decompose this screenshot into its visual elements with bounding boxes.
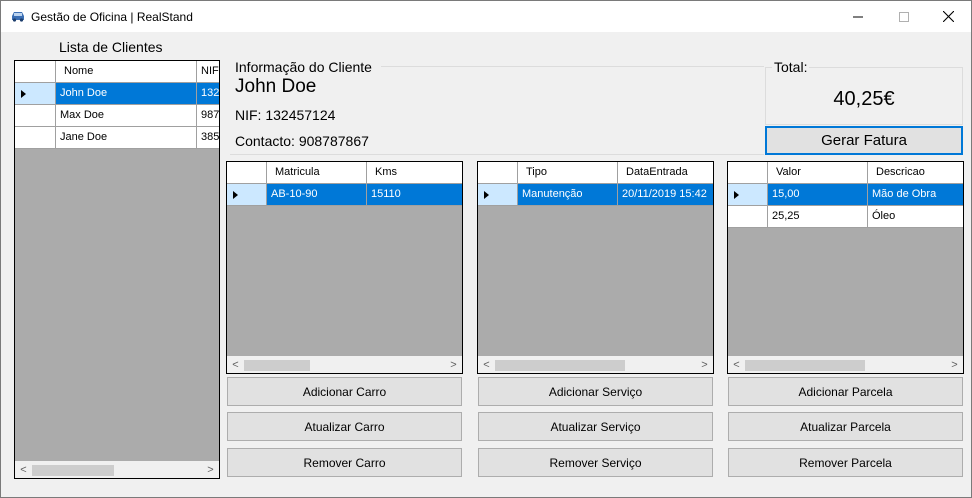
client-nif-cell[interactable]: 9876	[197, 105, 219, 127]
column-header-valor[interactable]: Valor	[768, 162, 868, 184]
scroll-left-icon[interactable]: <	[478, 357, 495, 373]
update-parcel-button[interactable]: Atualizar Parcela	[728, 412, 963, 441]
car-icon	[12, 12, 24, 22]
row-selector[interactable]	[15, 83, 56, 105]
column-header-nome[interactable]: Nome	[56, 61, 197, 83]
horizontal-scrollbar[interactable]: < >	[227, 356, 462, 373]
update-service-button[interactable]: Atualizar Serviço	[478, 412, 713, 441]
client-info-group-label: Informação do Cliente	[235, 59, 372, 75]
table-row[interactable]: Manutenção 20/11/2019 15:42	[478, 184, 713, 206]
row-selector[interactable]	[15, 105, 56, 127]
table-row[interactable]: 25,25 Óleo	[728, 206, 963, 228]
table-row[interactable]: Max Doe 9876	[15, 105, 219, 127]
column-header-descricao[interactable]: Descricao	[868, 162, 963, 184]
remove-service-button[interactable]: Remover Serviço	[478, 448, 713, 477]
horizontal-scrollbar[interactable]: < >	[728, 356, 963, 373]
scroll-right-icon[interactable]: >	[445, 357, 462, 373]
total-label: Total:	[772, 59, 810, 75]
horizontal-scrollbar[interactable]: < >	[15, 461, 219, 478]
clients-list-label: Lista de Clientes	[59, 39, 163, 55]
horizontal-scrollbar[interactable]: < >	[478, 356, 713, 373]
maximize-button[interactable]	[881, 1, 927, 32]
minimize-button[interactable]	[835, 1, 881, 32]
remove-parcel-button[interactable]: Remover Parcela	[728, 448, 963, 477]
row-selector[interactable]	[227, 184, 267, 206]
client-nif: NIF: 132457124	[235, 107, 336, 123]
services-grid[interactable]: Tipo DataEntrada Manutenção 20/11/2019 1…	[477, 161, 714, 374]
scroll-thumb[interactable]	[745, 360, 865, 371]
column-header-nif[interactable]: NIF	[197, 61, 219, 83]
cars-grid-header: Matricula Kms	[227, 162, 462, 184]
minimize-icon	[853, 16, 863, 17]
parcel-value-cell[interactable]: 25,25	[768, 206, 868, 228]
row-selector[interactable]	[728, 206, 768, 228]
row-selector[interactable]	[15, 127, 56, 149]
row-selector[interactable]	[728, 184, 768, 206]
add-car-button[interactable]: Adicionar Carro	[227, 377, 462, 406]
client-nif-cell[interactable]: 3855	[197, 127, 219, 149]
parcels-grid-header: Valor Descricao	[728, 162, 963, 184]
client-name-cell[interactable]: Max Doe	[56, 105, 197, 127]
scroll-right-icon[interactable]: >	[696, 357, 713, 373]
row-header-corner	[728, 162, 768, 184]
car-kms-cell[interactable]: 15110	[367, 184, 462, 206]
client-info-group-border	[381, 66, 764, 67]
table-row[interactable]: 15,00 Mão de Obra	[728, 184, 963, 206]
generate-invoice-button[interactable]: Gerar Fatura	[765, 126, 963, 155]
add-service-button[interactable]: Adicionar Serviço	[478, 377, 713, 406]
row-header-corner	[227, 162, 267, 184]
clients-grid-header: Nome NIF	[15, 61, 219, 83]
car-plate-cell[interactable]: AB-10-90	[267, 184, 367, 206]
column-header-matricula[interactable]: Matricula	[267, 162, 367, 184]
clients-grid[interactable]: Nome NIF John Doe 1324 Max Doe 9876 Jane…	[14, 60, 220, 479]
row-pointer-icon	[734, 190, 739, 199]
update-car-button[interactable]: Atualizar Carro	[227, 412, 462, 441]
client-name: John Doe	[235, 76, 317, 97]
maximize-icon	[899, 11, 909, 22]
service-type-cell[interactable]: Manutenção	[518, 184, 618, 206]
row-selector[interactable]	[478, 184, 518, 206]
parcel-desc-cell[interactable]: Óleo	[868, 206, 963, 228]
scroll-left-icon[interactable]: <	[15, 462, 32, 478]
column-header-kms[interactable]: Kms	[367, 162, 462, 184]
parcel-value-cell[interactable]: 15,00	[768, 184, 868, 206]
title-bar[interactable]: Gestão de Oficina | RealStand	[1, 1, 971, 32]
client-info-bottom-border	[230, 154, 764, 155]
add-parcel-button[interactable]: Adicionar Parcela	[728, 377, 963, 406]
scroll-left-icon[interactable]: <	[728, 357, 745, 373]
row-header-corner	[15, 61, 56, 83]
scroll-thumb[interactable]	[32, 465, 114, 476]
scroll-left-icon[interactable]: <	[227, 357, 244, 373]
table-row[interactable]: Jane Doe 3855	[15, 127, 219, 149]
main-window: Gestão de Oficina | RealStand Lista de C…	[0, 0, 972, 498]
total-value: 40,25€	[833, 88, 895, 110]
scroll-right-icon[interactable]: >	[202, 462, 219, 478]
table-row[interactable]: John Doe 1324	[15, 83, 219, 105]
row-pointer-icon	[233, 190, 238, 199]
scroll-thumb[interactable]	[244, 360, 310, 371]
client-contact: Contacto: 908787867	[235, 133, 369, 149]
parcels-grid[interactable]: Valor Descricao 15,00 Mão de Obra 25,25 …	[727, 161, 964, 374]
column-header-tipo[interactable]: Tipo	[518, 162, 618, 184]
parcel-desc-cell[interactable]: Mão de Obra	[868, 184, 963, 206]
client-nif-cell[interactable]: 1324	[197, 83, 219, 105]
row-pointer-icon	[484, 190, 489, 199]
close-button[interactable]	[925, 1, 971, 32]
table-row[interactable]: AB-10-90 15110	[227, 184, 462, 206]
window-title: Gestão de Oficina | RealStand	[31, 10, 193, 24]
close-icon	[942, 11, 954, 22]
cars-grid[interactable]: Matricula Kms AB-10-90 15110 < >	[226, 161, 463, 374]
row-pointer-icon	[21, 89, 26, 98]
scroll-thumb[interactable]	[495, 360, 625, 371]
services-grid-header: Tipo DataEntrada	[478, 162, 713, 184]
remove-car-button[interactable]: Remover Carro	[227, 448, 462, 477]
service-date-cell[interactable]: 20/11/2019 15:42	[618, 184, 713, 206]
client-name-cell[interactable]: Jane Doe	[56, 127, 197, 149]
scroll-right-icon[interactable]: >	[946, 357, 963, 373]
row-header-corner	[478, 162, 518, 184]
column-header-dataentrada[interactable]: DataEntrada	[618, 162, 713, 184]
client-name-cell[interactable]: John Doe	[56, 83, 197, 105]
